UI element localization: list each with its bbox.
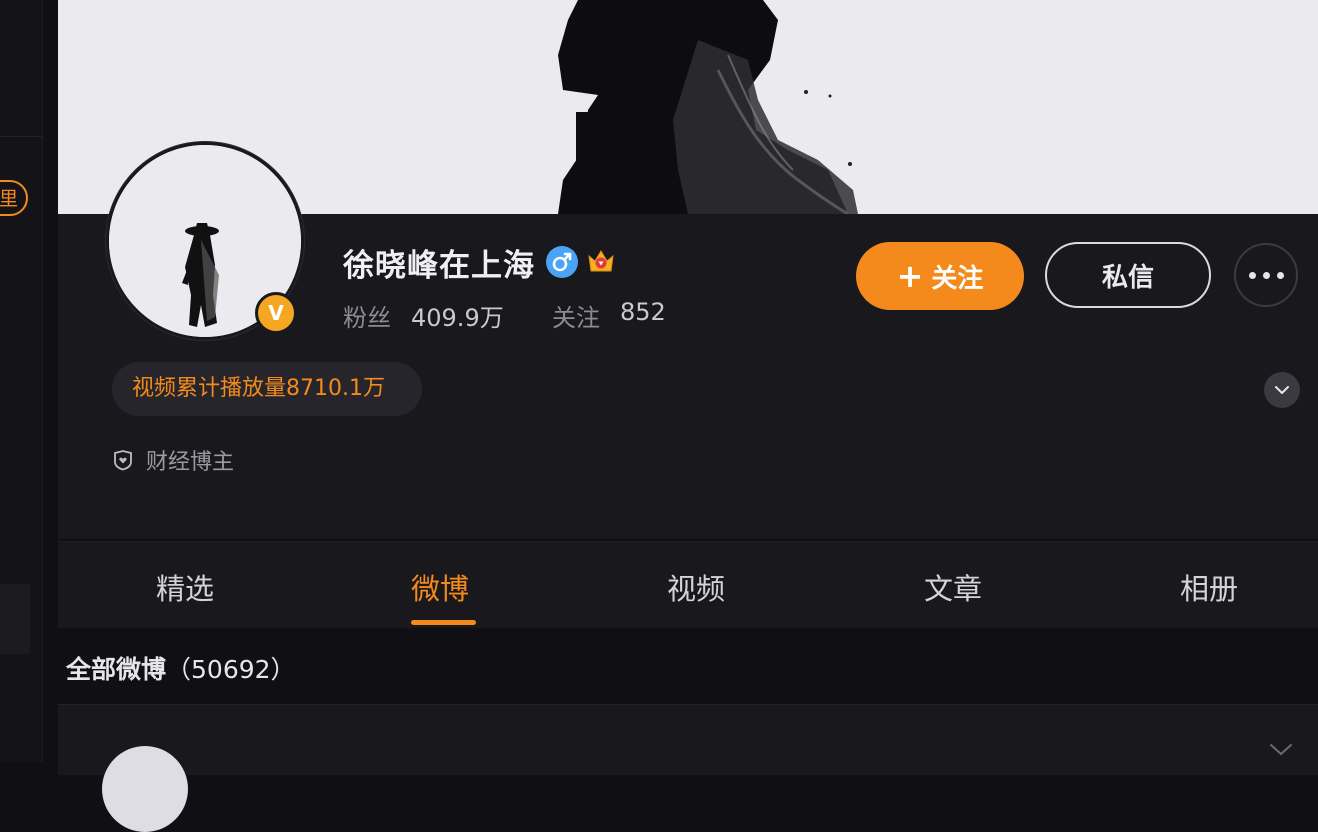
sidebar-pill-button[interactable]: 里 (0, 180, 28, 216)
profile-tag: 财经博主 (112, 444, 234, 476)
plus-icon: + (896, 257, 924, 295)
feed-title: 全部微博 (66, 655, 167, 684)
feed-section-title: 全部微博（50692） (66, 650, 296, 686)
dot (1262, 271, 1270, 279)
profile-tag-label: 财经博主 (146, 450, 235, 475)
fans-label[interactable]: 粉丝 (343, 298, 391, 333)
left-sidebar: 里 (0, 0, 43, 762)
post-avatar[interactable] (102, 746, 188, 832)
feed-count: （50692） (166, 655, 296, 684)
fans-count[interactable]: 409.9万 (411, 298, 504, 333)
follow-button-label: 关注 (931, 263, 984, 294)
video-play-count-badge: 视频累计播放量8710.1万 (112, 362, 422, 416)
crown-icon[interactable] (586, 246, 616, 276)
expand-profile-button[interactable] (1264, 372, 1300, 408)
tab-albums[interactable]: 相册 (1180, 566, 1238, 608)
message-button[interactable]: 私信 (1045, 242, 1211, 308)
chevron-down-icon[interactable] (1268, 742, 1294, 758)
dot (1276, 271, 1284, 279)
following-label[interactable]: 关注 (552, 298, 600, 333)
tab-articles[interactable]: 文章 (924, 566, 982, 608)
tab-featured[interactable]: 精选 (156, 566, 214, 608)
tab-weibo[interactable]: 微博 (411, 566, 469, 608)
profile-tab-bar: 精选 微博 视频 文章 相册 (58, 541, 1318, 628)
more-dots-icon[interactable] (1234, 243, 1298, 307)
tab-video[interactable]: 视频 (667, 566, 725, 608)
shield-heart-icon (114, 450, 132, 471)
verified-badge-icon: V (255, 292, 297, 334)
dot (1248, 271, 1256, 279)
chevron-down-icon (1275, 386, 1289, 394)
feed-post-card[interactable] (58, 704, 1318, 775)
sidebar-divider (0, 136, 42, 137)
profile-name: 徐晓峰在上海 (343, 248, 535, 284)
following-count[interactable]: 852 (620, 298, 666, 326)
follow-button[interactable]: + 关注 (856, 242, 1024, 310)
sidebar-item[interactable] (0, 584, 30, 654)
male-icon (546, 246, 578, 278)
active-tab-indicator (411, 620, 476, 625)
